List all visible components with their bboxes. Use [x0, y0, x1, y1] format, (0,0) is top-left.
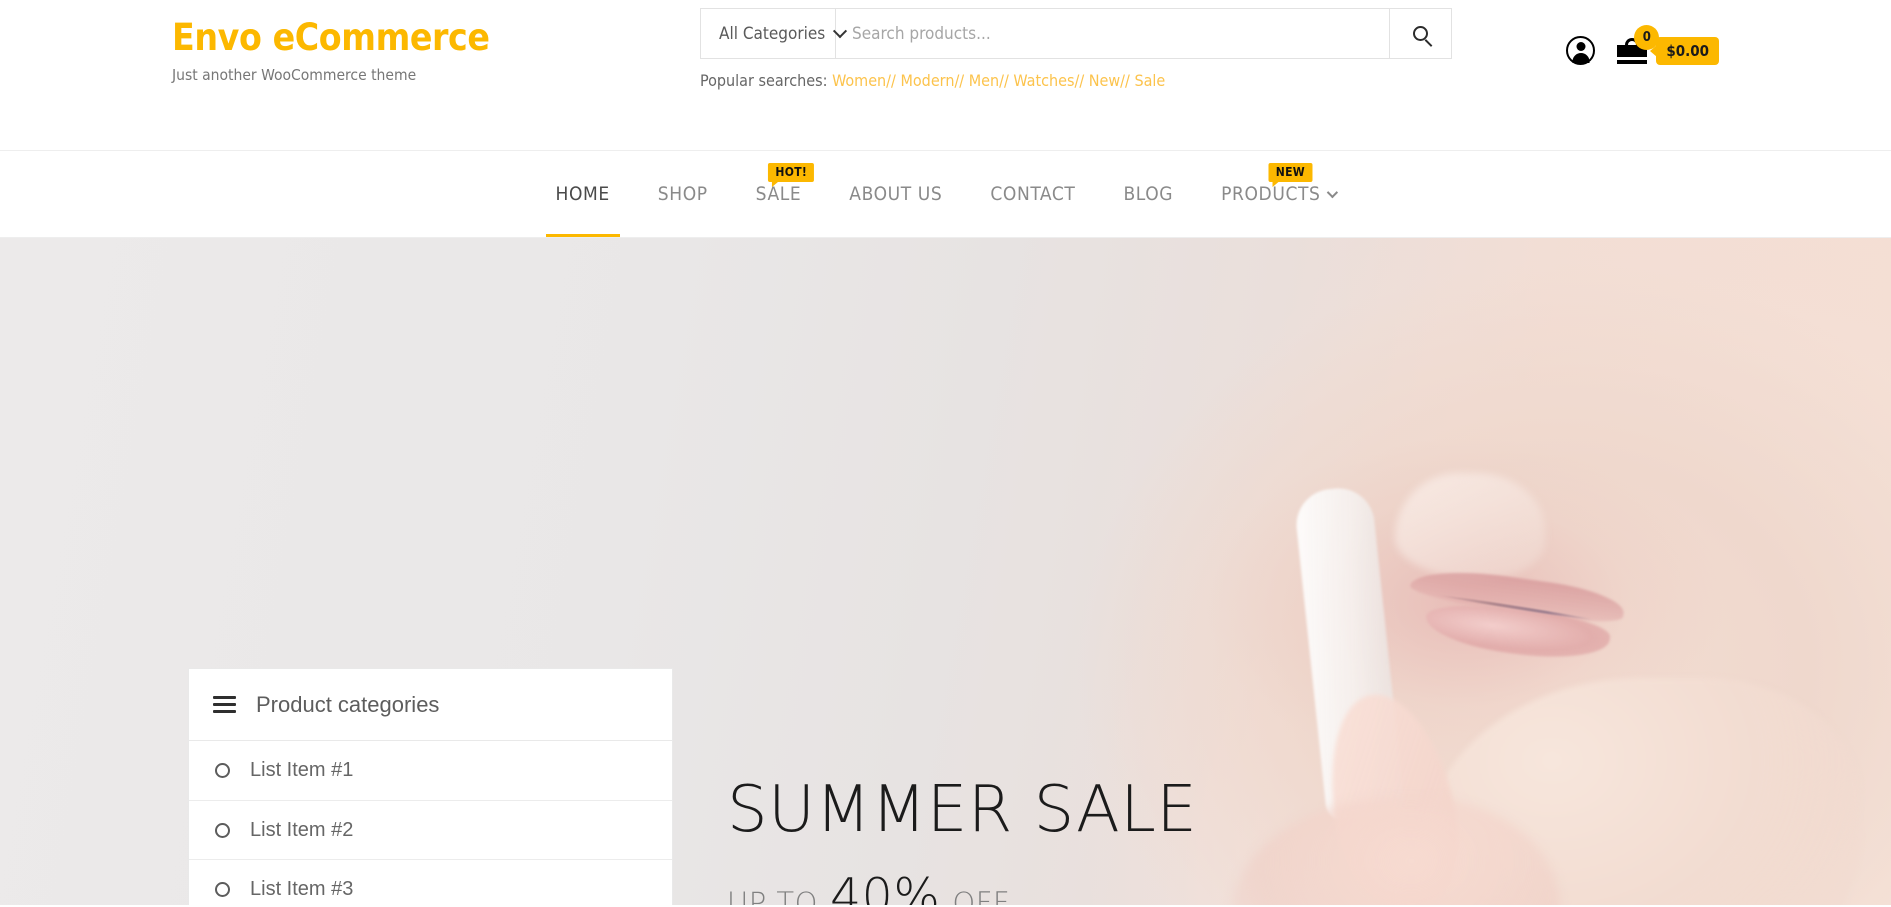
popular-separator: // [954, 71, 965, 90]
popular-separator: // [1120, 71, 1130, 90]
nav-link-about-us[interactable]: ABOUT US [849, 183, 942, 205]
nav-item-home[interactable]: HOME [532, 151, 634, 237]
circle-bullet-icon [215, 881, 230, 897]
user-tools: 0 $0.00 [1566, 24, 1719, 65]
product-categories-list: List Item #1 List Item #2 List Item #3 L… [189, 741, 672, 905]
hero-subtitle-suffix: OFF [952, 886, 1011, 905]
circle-bullet-icon [215, 763, 230, 778]
list-item[interactable]: List Item #2 [189, 800, 672, 859]
nav-item-about-us[interactable]: ABOUT US [825, 151, 966, 237]
hero-subtitle-amount: 40% [829, 868, 941, 905]
search-input[interactable] [835, 8, 1390, 59]
hero-subtitle: UP TO 40% OFF [727, 868, 1197, 905]
nav-item-shop[interactable]: SHOP [634, 151, 732, 237]
nav-link-shop[interactable]: SHOP [658, 183, 708, 205]
nav-link-home[interactable]: HOME [556, 183, 610, 205]
popular-search-women[interactable]: Women [832, 71, 886, 90]
nav-link-blog[interactable]: BLOG [1123, 183, 1173, 205]
hero-subtitle-prefix: UP TO [727, 886, 818, 905]
site-tagline: Just another WooCommerce theme [172, 65, 417, 84]
popular-searches: Popular searches: Women// Modern// Men//… [700, 71, 1452, 90]
search-bar: All Categories [700, 8, 1452, 59]
nav-link-contact[interactable]: CONTACT [990, 183, 1075, 205]
nav-item-sale[interactable]: HOT! SALE [732, 151, 826, 237]
list-item[interactable]: List Item #1 [189, 741, 672, 800]
product-categories-title: Product categories [256, 691, 440, 717]
cart-button[interactable]: 0 $0.00 [1617, 24, 1719, 65]
hero-banner: Product categories List Item #1 List Ite… [0, 238, 1891, 905]
search-section: All Categories Popular searches: Women//… [700, 8, 1452, 90]
site-header: Envo eCommerce Just another WooCommerce … [0, 0, 1891, 150]
list-item[interactable]: List Item #3 [189, 859, 672, 905]
nav-item-contact[interactable]: CONTACT [966, 151, 1099, 237]
nav-item-blog[interactable]: BLOG [1099, 151, 1197, 237]
popular-separator: // [999, 71, 1009, 90]
list-item-label: List Item #1 [250, 759, 354, 781]
popular-search-new[interactable]: New [1089, 71, 1120, 90]
chevron-down-icon [1327, 186, 1339, 199]
popular-search-sale[interactable]: Sale [1134, 71, 1165, 90]
list-item-label: List Item #2 [250, 818, 354, 841]
circle-bullet-icon [215, 822, 230, 838]
brand-block[interactable]: Envo eCommerce Just another WooCommerce … [172, 17, 490, 84]
nav-link-sale[interactable]: SALE [756, 183, 802, 205]
search-submit-button[interactable] [1390, 8, 1452, 59]
nav-list: HOME SHOP HOT! SALE ABOUT US CONTACT BLO… [532, 151, 1360, 237]
cart-total-amount: $0.00 [1656, 36, 1719, 65]
nav-link-products-label: PRODUCTS [1221, 183, 1321, 205]
popular-separator: // [886, 71, 896, 90]
category-select-value: All Categories [719, 23, 826, 44]
hamburger-icon [213, 692, 236, 717]
list-item-label: List Item #3 [250, 877, 354, 900]
product-categories-panel: Product categories List Item #1 List Ite… [188, 668, 673, 905]
product-categories-header[interactable]: Product categories [189, 669, 672, 741]
hero-copy: SUMMER SALE UP TO 40% OFF Shop Now Learn… [727, 778, 1197, 905]
main-navigation: HOME SHOP HOT! SALE ABOUT US CONTACT BLO… [0, 150, 1891, 238]
popular-separator: // [1074, 71, 1085, 90]
popular-searches-label: Popular searches: [700, 71, 828, 90]
cart-count-badge: 0 [1634, 24, 1660, 50]
nav-item-products[interactable]: NEW PRODUCTS [1197, 151, 1359, 237]
bag-stripe [1617, 56, 1648, 60]
nav-badge-hot: HOT! [768, 163, 815, 188]
hero-title: SUMMER SALE [727, 773, 1198, 847]
popular-search-watches[interactable]: Watches [1013, 71, 1074, 90]
popular-search-men[interactable]: Men [969, 71, 999, 90]
hero-image-detail [1395, 473, 1545, 578]
popular-search-modern[interactable]: Modern [900, 71, 954, 90]
search-icon [1413, 26, 1428, 41]
nav-badge-new: NEW [1268, 163, 1313, 188]
category-select[interactable]: All Categories [700, 8, 848, 59]
account-icon[interactable] [1566, 36, 1596, 65]
site-logo-text[interactable]: Envo eCommerce [172, 17, 490, 59]
